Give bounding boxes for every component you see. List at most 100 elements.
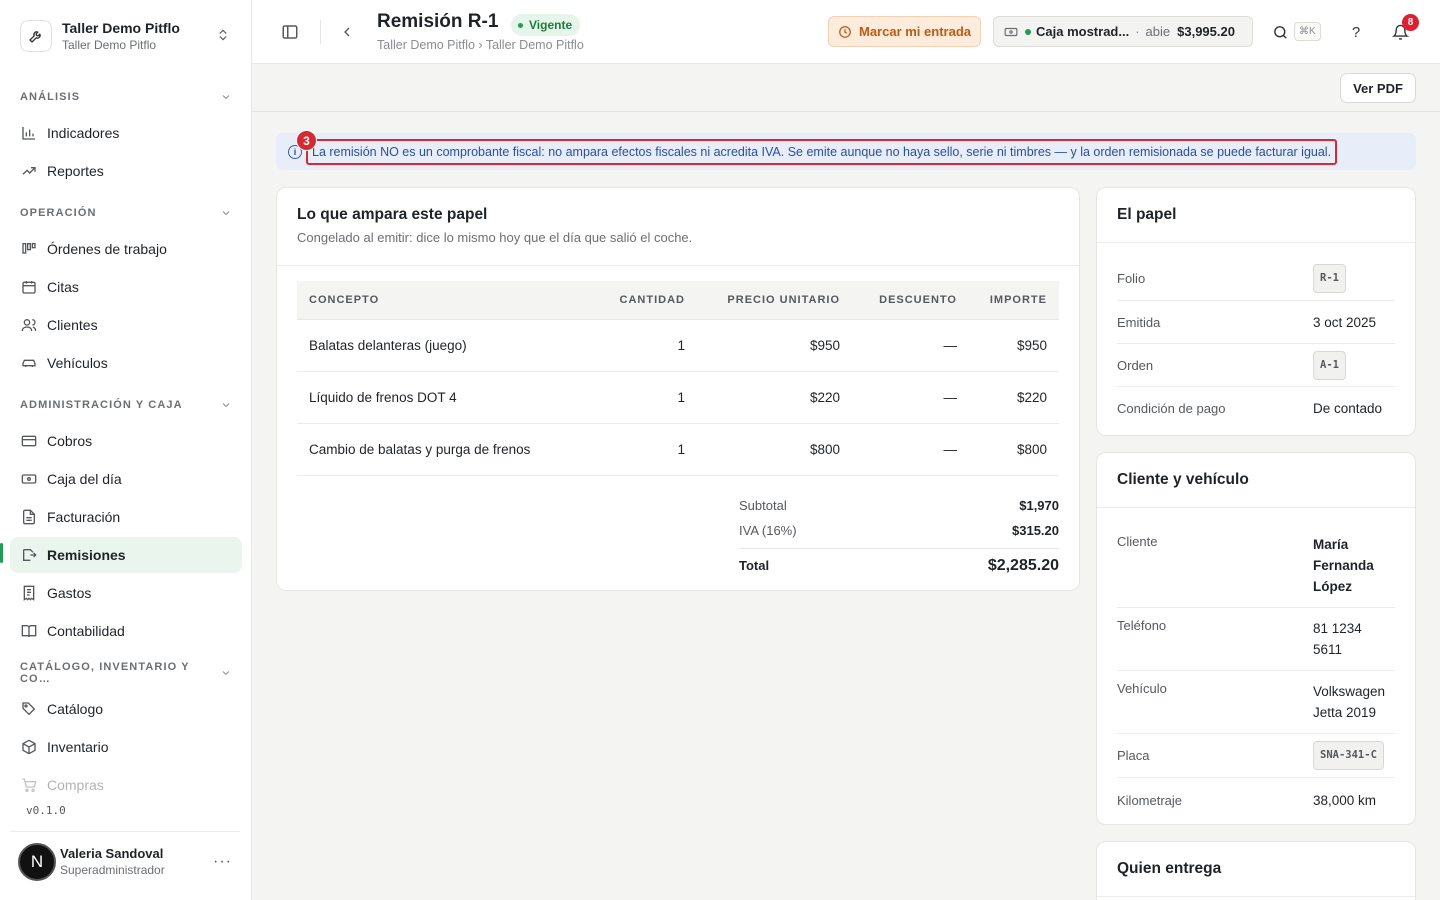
topbar: Remisión R-1 Vigente Taller Demo Pitflo … — [252, 0, 1440, 64]
km-label: Kilometraje — [1117, 792, 1183, 808]
cliente-label: Cliente — [1117, 534, 1158, 549]
user-menu[interactable]: N Valeria Sandoval Superadministrador ··… — [10, 831, 240, 891]
sidebar-item-reportes[interactable]: Reportes — [10, 153, 242, 189]
sidebar-item-contabilidad[interactable]: Contabilidad — [10, 613, 242, 649]
sidebar-item-citas[interactable]: Citas — [10, 269, 242, 305]
wrench-icon — [20, 20, 52, 52]
section-header[interactable]: CATÁLOGO, INVENTARIO Y CO… — [10, 657, 242, 689]
marcar-entrada-button[interactable]: Marcar mi entrada — [828, 16, 981, 47]
file-export-icon — [20, 546, 38, 564]
total-row: Total $2,285.20 — [739, 548, 1059, 582]
cell-cantidad: 1 — [597, 423, 697, 476]
placa-chip: SNA-341-C — [1313, 741, 1384, 770]
caja-name: Caja mostrad... — [1036, 24, 1130, 39]
sidebar-item-clientes[interactable]: Clientes — [10, 307, 242, 343]
org-switcher[interactable]: Taller Demo Pitflo Taller Demo Pitflo — [10, 10, 242, 62]
sidebar-toggle-icon[interactable] — [278, 20, 302, 44]
cell-cantidad: 1 — [597, 371, 697, 424]
sidebar-item-label: Inventario — [47, 739, 109, 755]
column-header: DESCUENTO — [852, 281, 969, 320]
sidebar-item-catalogo[interactable]: Catálogo — [10, 691, 242, 727]
action-bar: Ver PDF — [252, 64, 1440, 112]
active-indicator — [0, 543, 3, 563]
banknote-icon — [1004, 27, 1018, 36]
sidebar: Taller Demo Pitflo Taller Demo Pitflo AN… — [0, 0, 252, 900]
kv-cliente: Cliente María Fernanda López — [1097, 522, 1415, 608]
section-header[interactable]: ADMINISTRACIÓN Y CAJA — [10, 389, 242, 421]
sidebar-item-label: Caja del día — [47, 471, 122, 487]
section-header[interactable]: OPERACIÓN — [10, 197, 242, 229]
org-name: Taller Demo Pitflo — [62, 20, 180, 36]
caja-separator: · — [1135, 24, 1140, 39]
table-header-row: CONCEPTO CANTIDAD PRECIO UNITARIO DESCUE… — [297, 281, 1059, 320]
sidebar-item-inventario[interactable]: Inventario — [10, 729, 242, 765]
divider — [320, 20, 321, 44]
box-icon — [20, 738, 38, 756]
sidebar-item-label: Cobros — [47, 433, 93, 449]
sidebar-item-label: Contabilidad — [47, 623, 125, 639]
section-title: ADMINISTRACIÓN Y CAJA — [20, 399, 183, 411]
tag-icon — [20, 700, 38, 718]
sidebar-item-label: Reportes — [47, 163, 104, 179]
search-icon[interactable] — [1268, 20, 1292, 44]
column-header: CANTIDAD — [597, 281, 697, 320]
sidebar-item-caja[interactable]: Caja del día — [10, 461, 242, 497]
trending-up-icon — [20, 162, 38, 180]
back-icon[interactable] — [335, 20, 359, 44]
items-card: Lo que ampara este papel Congelado al em… — [276, 187, 1080, 591]
orden-chip[interactable]: A-1 — [1313, 350, 1346, 380]
sidebar-item-facturacion[interactable]: Facturación — [10, 499, 242, 535]
emitida-label: Emitida — [1117, 314, 1161, 330]
clock-icon — [839, 25, 851, 38]
caja-selector-button[interactable]: Caja mostrad... · abie $3,995.20 — [993, 16, 1253, 47]
sidebar-item-ordenes[interactable]: Órdenes de trabajo — [10, 231, 242, 267]
notification-count: 8 — [1402, 14, 1419, 31]
sidebar-item-vehiculos[interactable]: Vehículos — [10, 345, 242, 381]
caja-amount: $3,995.20 — [1177, 24, 1235, 39]
cell-precio: $950 — [697, 319, 852, 372]
total-value: $2,285.20 — [987, 556, 1059, 574]
cliente-value[interactable]: María Fernanda López — [1313, 534, 1383, 607]
nav-section-catalogo: CATÁLOGO, INVENTARIO Y CO… Catálogo Inve… — [10, 657, 242, 803]
kv-condicion: Condición de pago De contado — [1097, 387, 1415, 430]
cell-descuento: — — [852, 371, 969, 424]
kv-emitida: Emitida 3 oct 2025 — [1097, 301, 1415, 344]
sidebar-item-label: Gastos — [47, 585, 92, 601]
file-text-icon — [20, 508, 38, 526]
items-card-title: Lo que ampara este papel — [297, 206, 488, 223]
nav-section-operacion: OPERACIÓN Órdenes de trabajo Citas Clien… — [10, 197, 242, 381]
condicion-value: De contado — [1313, 401, 1383, 416]
total-label: Total — [739, 558, 770, 573]
sidebar-item-indicadores[interactable]: Indicadores — [10, 115, 242, 151]
folio-label: Folio — [1117, 271, 1146, 286]
cell-cantidad: 1 — [597, 319, 697, 372]
ver-pdf-button[interactable]: Ver PDF — [1340, 73, 1416, 103]
sidebar-item-label: Vehículos — [47, 355, 108, 371]
car-icon — [20, 354, 38, 372]
cell-importe: $950 — [969, 319, 1059, 372]
telefono-value: 81 1234 5611 — [1313, 621, 1362, 657]
more-horizontal-icon[interactable]: ··· — [213, 853, 232, 871]
placa-label: Placa — [1117, 748, 1150, 763]
kv-telefono: Teléfono 81 1234 5611 — [1097, 608, 1415, 671]
help-icon[interactable]: ? — [1344, 20, 1368, 44]
chevrons-up-down-icon — [216, 28, 232, 45]
cell-precio: $800 — [697, 423, 852, 476]
breadcrumb[interactable]: Taller Demo Pitflo › Taller Demo Pitflo — [377, 38, 584, 52]
status-text: Vigente — [529, 18, 573, 32]
sidebar-item-compras[interactable]: Compras — [10, 767, 242, 803]
section-title: CATÁLOGO, INVENTARIO Y CO… — [20, 661, 190, 685]
bar-chart-icon — [20, 124, 38, 142]
orden-label: Orden — [1117, 357, 1154, 373]
sidebar-item-gastos[interactable]: Gastos — [10, 575, 242, 611]
totals: Subtotal $1,970 IVA (16%) $315.20 Total $2,… — [739, 493, 1059, 582]
marcar-entrada-label: Marcar mi entrada — [859, 24, 971, 39]
sidebar-item-remisiones[interactable]: Remisiones — [10, 537, 242, 573]
column-header: IMPORTE — [969, 281, 1059, 320]
book-icon — [20, 622, 38, 640]
caja-state: abie — [1145, 24, 1171, 39]
table-row: Cambio de balatas y purga de frenos 1 $8… — [297, 423, 1059, 476]
section-header[interactable]: ANÁLISIS — [10, 81, 242, 113]
sidebar-item-cobros[interactable]: Cobros — [10, 423, 242, 459]
section-title: ANÁLISIS — [20, 91, 81, 103]
